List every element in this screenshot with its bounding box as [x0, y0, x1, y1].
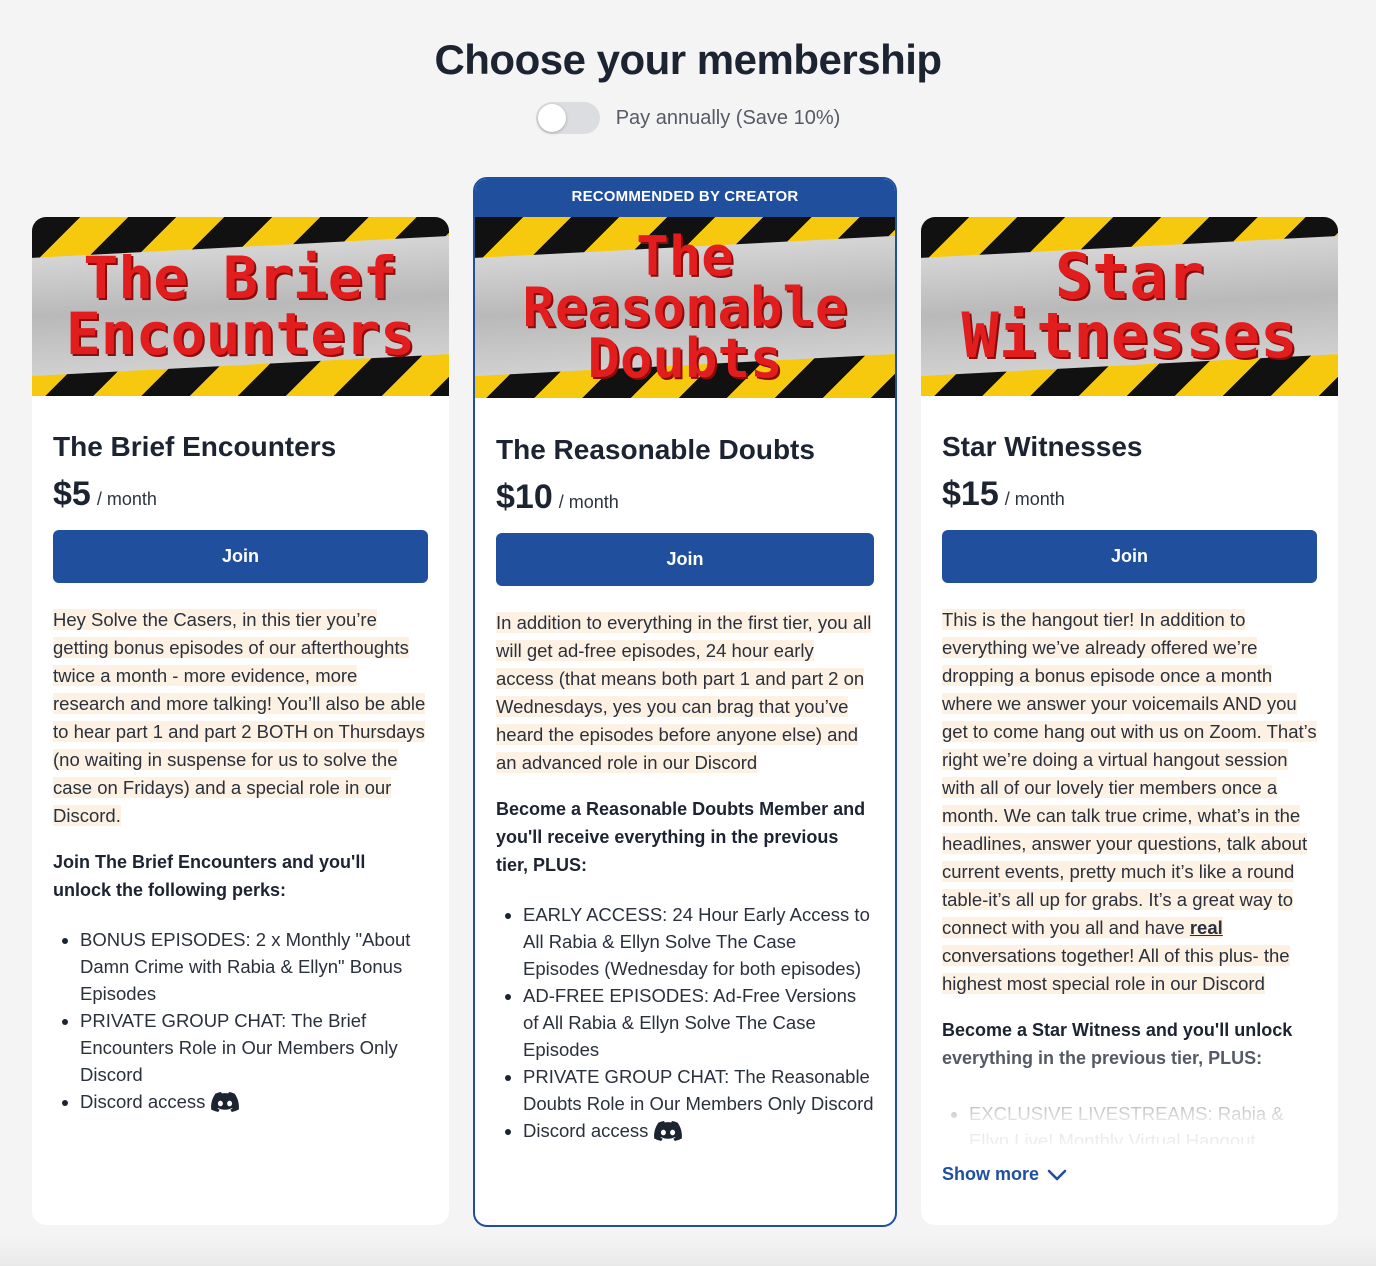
perk-item: PRIVATE GROUP CHAT: The Reasonable Doubt…: [523, 1063, 874, 1117]
perks-list: EXCLUSIVE LIVESTREAMS: Rabia & Ellyn Liv…: [942, 1100, 1317, 1144]
perk-item: BONUS EPISODES: 2 x Monthly "About Damn …: [80, 926, 428, 1007]
page-title: Choose your membership: [434, 36, 942, 83]
banner-text-line: Encounters: [65, 299, 416, 368]
emphasis-text: real: [1189, 917, 1223, 938]
discord-icon: [211, 1092, 240, 1112]
tier-price: $10: [496, 478, 553, 516]
tier-card-brief-encounters: The Brief Encounters The Brief Encounter…: [32, 217, 449, 1225]
banner-text-line: Reasonable: [522, 275, 848, 339]
price-period: / month: [1004, 489, 1065, 509]
perk-item: AD-FREE EPISODES: Ad-Free Versions of Al…: [523, 982, 874, 1063]
tier-description: In addition to everything in the first t…: [496, 612, 872, 773]
pay-annually-toggle[interactable]: [535, 102, 600, 134]
perks-heading: Become a Reasonable Doubts Member and yo…: [496, 799, 866, 875]
perk-item: PRIVATE GROUP CHAT: The Brief Encounters…: [80, 1007, 428, 1088]
pay-annually-label: Pay annually (Save 10%): [615, 106, 841, 129]
tier-price: $15: [942, 475, 999, 513]
tier-name: The Brief Encounters: [53, 431, 337, 462]
banner-text-line: The Brief: [83, 244, 398, 313]
join-button[interactable]: Join: [942, 530, 1317, 583]
tier-card-star-witnesses: Star Witnesses Star Witnesses $15 / mont…: [921, 217, 1338, 1225]
discord-icon: [654, 1121, 683, 1141]
tier-banner-image: The Brief Encounters: [32, 217, 449, 396]
perk-item: Discord access: [523, 1117, 874, 1144]
banner-text-line: Witnesses: [961, 298, 1298, 372]
tier-price: $5: [53, 475, 91, 513]
perk-item: EXCLUSIVE LIVESTREAMS: Rabia & Ellyn Liv…: [969, 1100, 1317, 1144]
perks-heading: Join The Brief Encounters and you'll unl…: [53, 852, 366, 900]
banner-text-line: Star: [1054, 239, 1205, 313]
perks-list: BONUS EPISODES: 2 x Monthly "About Damn …: [53, 926, 428, 1115]
recommended-badge: RECOMMENDED BY CREATOR: [475, 179, 895, 217]
perks-heading: Become a Star Witness and you'll unlock e…: [942, 1020, 1293, 1068]
billing-toggle-row: Pay annually (Save 10%): [0, 102, 1376, 134]
price-period: / month: [96, 489, 157, 509]
banner-text-line: The: [636, 224, 734, 288]
perks-list: EARLY ACCESS: 24 Hour Early Access to Al…: [496, 901, 874, 1144]
tier-description: Hey Solve the Casers, in this tier you’r…: [53, 609, 426, 826]
tier-name: Star Witnesses: [942, 431, 1143, 462]
banner-text-line: Doubts: [587, 327, 783, 391]
chevron-down-icon: [1047, 1169, 1067, 1180]
tier-banner-image: Star Witnesses: [921, 217, 1338, 396]
perk-item: EARLY ACCESS: 24 Hour Early Access to Al…: [523, 901, 874, 982]
perk-item: Discord access: [80, 1088, 428, 1115]
tier-banner-image: The Reasonable Doubts: [475, 217, 895, 398]
tier-description: This is the hangout tier! In addition to…: [942, 609, 1317, 994]
toggle-knob: [537, 104, 566, 132]
join-button[interactable]: Join: [53, 530, 428, 583]
show-more-button[interactable]: Show more: [942, 1164, 1067, 1185]
join-button[interactable]: Join: [496, 533, 874, 586]
tier-card-reasonable-doubts: RECOMMENDED BY CREATOR The Reasonable Do…: [473, 177, 897, 1227]
tier-name: The Reasonable Doubts: [496, 434, 815, 465]
price-period: / month: [558, 492, 619, 512]
